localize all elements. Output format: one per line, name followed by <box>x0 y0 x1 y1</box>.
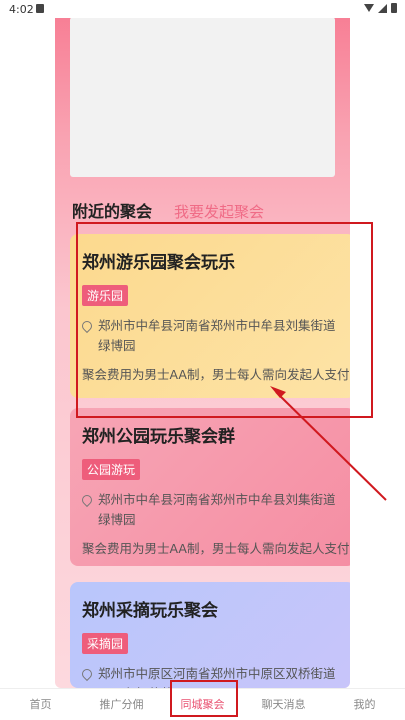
tab-start-gathering[interactable]: 我要发起聚会 <box>174 201 264 222</box>
banner-image[interactable] <box>70 17 335 177</box>
card-note: 聚会费用为男士AA制，男士每人需向发起人支付 <box>82 541 350 556</box>
section-tabs: 附近的聚会 我要发起聚会 <box>72 198 264 222</box>
card-address: 郑州市中牟县河南省郑州市中牟县刘集街道绿博园 <box>79 490 343 530</box>
location-pin-icon <box>79 666 95 682</box>
card-title: 郑州采摘玩乐聚会 <box>82 601 218 621</box>
gathering-card[interactable]: 郑州采摘玩乐聚会 采摘园 郑州市中原区河南省郑州市中原区双桥街道田园有机草莓园 <box>70 582 350 688</box>
nav-item-chat[interactable]: 聊天消息 <box>243 689 324 720</box>
card-tag: 公园游玩 <box>82 459 141 480</box>
nav-item-home[interactable]: 首页 <box>0 689 81 720</box>
location-pin-icon <box>79 492 95 508</box>
card-address-text: 郑州市中牟县河南省郑州市中牟县刘集街道绿博园 <box>98 492 336 527</box>
nav-item-profile[interactable]: 我的 <box>324 689 405 720</box>
wifi-icon <box>364 4 374 12</box>
nav-item-promotion[interactable]: 推广分佣 <box>81 689 162 720</box>
tab-nearby-gatherings[interactable]: 附近的聚会 <box>72 198 152 222</box>
card-title: 郑州公园玩乐聚会群 <box>82 427 235 447</box>
status-bar: 4:02 <box>0 0 405 18</box>
card-tag: 采摘园 <box>82 633 129 654</box>
annotation-nav-highlight <box>170 680 238 717</box>
annotation-highlight-box <box>76 222 373 418</box>
status-time: 4:02 <box>9 3 34 16</box>
sim-icon <box>36 4 44 13</box>
signal-icon <box>378 3 387 13</box>
battery-icon <box>391 3 397 13</box>
gathering-card[interactable]: 郑州公园玩乐聚会群 公园游玩 郑州市中牟县河南省郑州市中牟县刘集街道绿博园 聚会… <box>70 408 350 566</box>
status-icons <box>364 3 397 13</box>
